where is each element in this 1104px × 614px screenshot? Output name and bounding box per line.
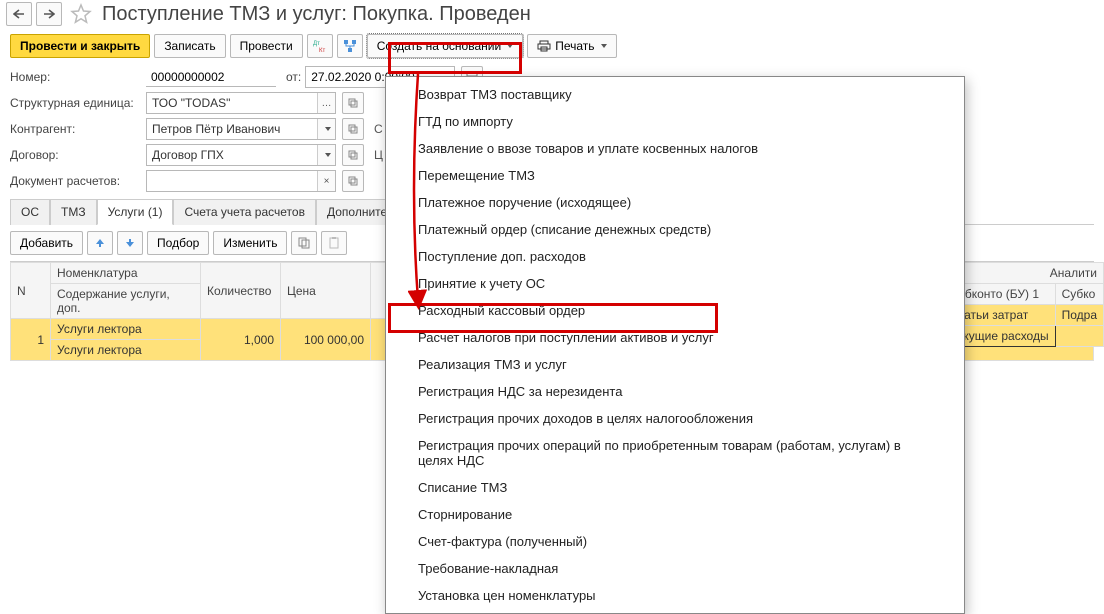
arrow-left-icon xyxy=(13,9,25,19)
svg-text:Дт: Дт xyxy=(313,41,320,47)
tab-os[interactable]: ОС xyxy=(10,199,50,225)
forward-button[interactable] xyxy=(36,2,62,26)
dd-item-5[interactable]: Платежный ордер (списание денежных средс… xyxy=(386,216,964,243)
dd-item-9[interactable]: Расчет налогов при поступлении активов и… xyxy=(386,324,964,351)
open-icon xyxy=(348,124,358,134)
col-analiti[interactable]: Аналити xyxy=(944,263,1104,284)
counterparty-dropdown-button[interactable] xyxy=(317,119,335,139)
col-price[interactable]: Цена xyxy=(281,263,371,319)
settlement-clear-button[interactable]: × xyxy=(317,171,335,191)
dd-item-18[interactable]: Установка цен номенклатуры xyxy=(386,582,964,609)
open-icon xyxy=(348,150,358,160)
col-nomenclature[interactable]: Номенклатура xyxy=(51,263,201,284)
move-up-button[interactable] xyxy=(87,231,113,255)
svg-text:Кт: Кт xyxy=(319,48,325,53)
open-icon xyxy=(348,176,358,186)
number-label: Номер: xyxy=(10,70,142,84)
dd-item-2[interactable]: Заявление о ввозе товаров и уплате косве… xyxy=(386,135,964,162)
dd-item-0[interactable]: Возврат ТМЗ поставщику xyxy=(386,81,964,108)
dd-item-3[interactable]: Перемещение ТМЗ xyxy=(386,162,964,189)
back-button[interactable] xyxy=(6,2,32,26)
tab-tmz[interactable]: ТМЗ xyxy=(50,199,97,225)
arrow-down-icon xyxy=(125,238,135,248)
contract-open-button[interactable] xyxy=(342,144,364,166)
dd-item-17[interactable]: Требование-накладная xyxy=(386,555,964,582)
dd-item-11[interactable]: Регистрация НДС за нерезидента xyxy=(386,378,964,405)
cell-nomenclature[interactable]: Услуги лектора xyxy=(51,319,201,340)
org-field[interactable]: ТОО "TODAS" xyxy=(147,96,317,110)
dd-item-14[interactable]: Списание ТМЗ xyxy=(386,474,964,501)
contract-field[interactable]: Договор ГПХ xyxy=(147,148,317,162)
dd-item-12[interactable]: Регистрация прочих доходов в целях налог… xyxy=(386,405,964,432)
dd-item-16[interactable]: Счет-фактура (полученный) xyxy=(386,528,964,555)
dd-item-4[interactable]: Платежное поручение (исходящее) xyxy=(386,189,964,216)
counterparty-label: Контрагент: xyxy=(10,122,142,136)
cell-empty3 xyxy=(1055,326,1103,347)
postings-button[interactable]: ДтКт xyxy=(307,34,333,58)
page-title: Поступление ТМЗ и услуг: Покупка. Провед… xyxy=(102,3,531,26)
create-based-label: Создать на основании xyxy=(377,39,502,53)
chevron-down-icon xyxy=(325,153,331,157)
counterparty-open-button[interactable] xyxy=(342,118,364,140)
dd-item-15[interactable]: Сторнирование xyxy=(386,501,964,528)
open-icon xyxy=(348,98,358,108)
dd-item-7[interactable]: Принятие к учету ОС xyxy=(386,270,964,297)
print-label: Печать xyxy=(555,39,594,53)
dd-item-13[interactable]: Регистрация прочих операций по приобрете… xyxy=(386,432,964,474)
structure-button[interactable] xyxy=(337,34,363,58)
dtkt-icon: ДтКт xyxy=(313,39,327,53)
create-based-on-button[interactable]: Создать на основании xyxy=(367,34,524,58)
paste-button[interactable] xyxy=(321,231,347,255)
tab-accounts[interactable]: Счета учета расчетов xyxy=(173,199,315,225)
write-button[interactable]: Записать xyxy=(154,34,225,58)
cell-podra[interactable]: Подра xyxy=(1055,305,1103,326)
settlement-doc-label: Документ расчетов: xyxy=(10,174,142,188)
contract-label: Договор: xyxy=(10,148,142,162)
printer-icon xyxy=(537,40,551,52)
counterparty-field[interactable]: Петров Пётр Иванович xyxy=(147,122,317,136)
cell-n[interactable]: 1 xyxy=(11,319,51,361)
col-quantity[interactable]: Количество xyxy=(201,263,281,319)
cell-price[interactable]: 100 000,00 xyxy=(281,319,371,361)
dd-item-10[interactable]: Реализация ТМЗ и услуг xyxy=(386,351,964,378)
col-n[interactable]: N xyxy=(11,263,51,319)
create-based-on-menu: Возврат ТМЗ поставщику ГТД по импорту За… xyxy=(385,76,965,614)
cell-quantity[interactable]: 1,000 xyxy=(201,319,281,361)
chevron-down-icon xyxy=(507,44,513,48)
chevron-down-icon xyxy=(601,44,607,48)
post-button[interactable]: Провести xyxy=(230,34,303,58)
copy-icon xyxy=(298,237,310,249)
contract-dropdown-button[interactable] xyxy=(317,145,335,165)
dd-item-8[interactable]: Расходный кассовый ордер xyxy=(386,297,964,324)
cell-content[interactable]: Услуги лектора xyxy=(51,340,201,361)
date-label: от: xyxy=(286,70,301,84)
dd-item-1[interactable]: ГТД по импорту xyxy=(386,108,964,135)
number-field[interactable] xyxy=(146,67,276,87)
print-button[interactable]: Печать xyxy=(527,34,616,58)
dd-item-6[interactable]: Поступление доп. расходов xyxy=(386,243,964,270)
favorite-star-icon[interactable] xyxy=(70,3,92,25)
paste-icon xyxy=(328,237,340,249)
tab-services[interactable]: Услуги (1) xyxy=(97,199,174,225)
add-row-button[interactable]: Добавить xyxy=(10,231,83,255)
col-nomenclature-sub[interactable]: Содержание услуги, доп. xyxy=(51,284,201,319)
change-button[interactable]: Изменить xyxy=(213,231,287,255)
chevron-down-icon xyxy=(325,127,331,131)
org-label: Структурная единица: xyxy=(10,96,142,110)
arrow-right-icon xyxy=(43,9,55,19)
arrow-up-icon xyxy=(95,238,105,248)
col-subko[interactable]: Субко xyxy=(1055,284,1103,305)
tree-icon xyxy=(343,39,357,53)
copy-button[interactable] xyxy=(291,231,317,255)
post-and-close-button[interactable]: Провести и закрыть xyxy=(10,34,150,58)
org-ellipsis-button[interactable]: … xyxy=(317,93,335,113)
org-open-button[interactable] xyxy=(342,92,364,114)
move-down-button[interactable] xyxy=(117,231,143,255)
select-button[interactable]: Подбор xyxy=(147,231,209,255)
settlement-open-button[interactable] xyxy=(342,170,364,192)
